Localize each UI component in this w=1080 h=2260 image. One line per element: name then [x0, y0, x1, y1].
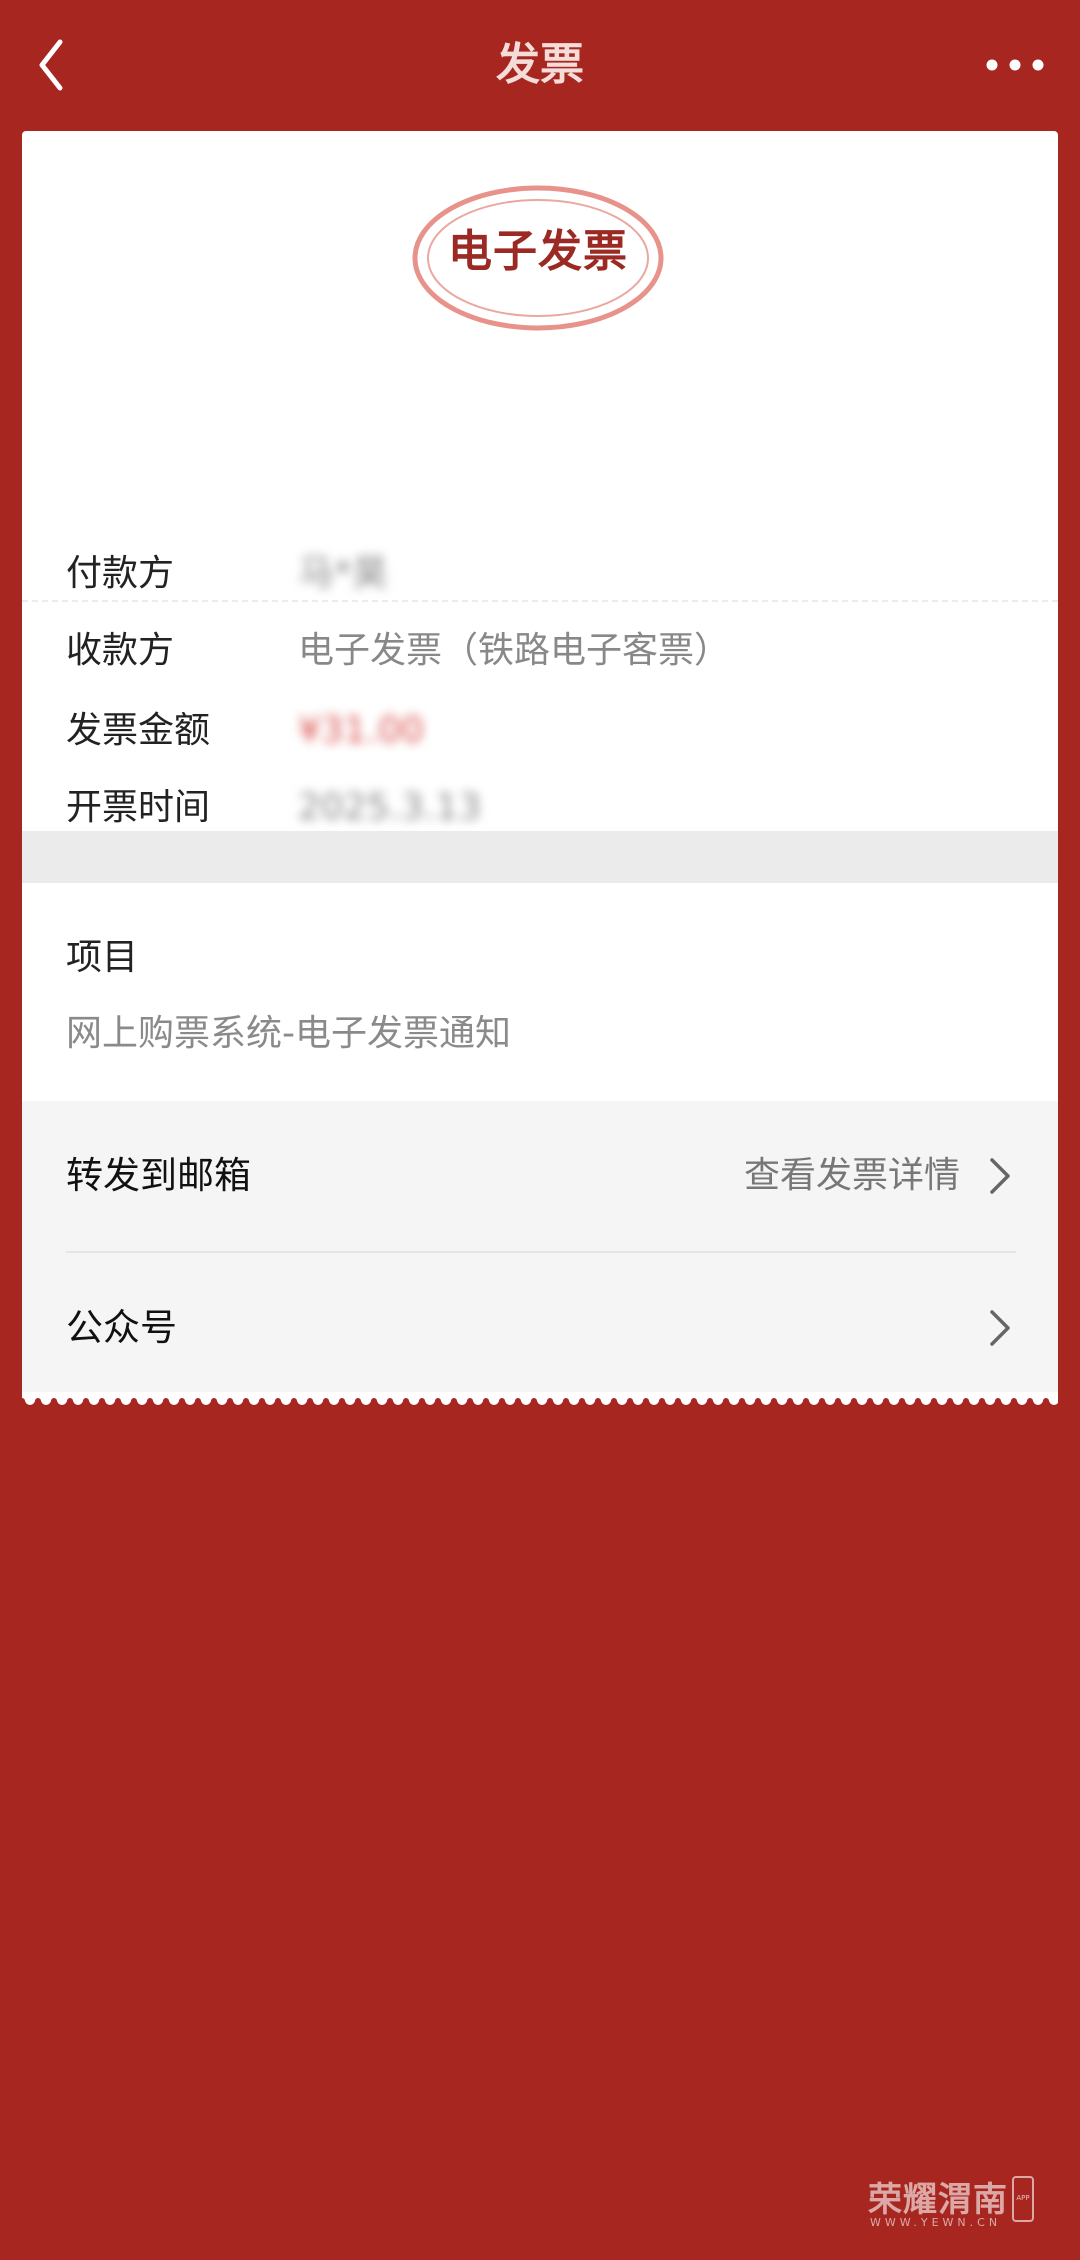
payer-value: 马*昊	[298, 553, 389, 594]
card-perforated-edge	[22, 1392, 1058, 1414]
nav-bar: 发票	[0, 0, 1080, 130]
forward-to-email-label[interactable]: 转发到邮箱	[66, 1141, 251, 1211]
more-dots-icon	[986, 59, 1044, 71]
watermark-app-label: APP	[1016, 2194, 1030, 2202]
invoice-card: 电子发票 付款方 马*昊 收款方 电子发票（铁路电子客票） 发票金额 ¥31.0…	[22, 131, 1058, 1401]
amount-label: 发票金额	[66, 710, 211, 751]
item-title: 项目	[66, 937, 139, 978]
amount-row: 发票金额 ¥31.00	[66, 696, 1016, 766]
watermark-logo: 荣耀渭南 WWW.YEWN.CN APP	[868, 2172, 1038, 2232]
forward-to-email-row[interactable]: 转发到邮箱 查看发票详情	[22, 1101, 1058, 1251]
official-account-row[interactable]: 公众号	[22, 1253, 1058, 1401]
chevron-right-icon	[990, 1158, 1010, 1194]
phone-icon: APP	[1012, 2176, 1034, 2222]
more-button[interactable]	[980, 35, 1050, 95]
payee-row: 收款方 电子发票（铁路电子客票）	[66, 616, 1016, 686]
page-title: 发票	[496, 39, 584, 90]
chevron-right-icon	[990, 1310, 1010, 1346]
view-invoice-details-link[interactable]: 查看发票详情	[744, 1141, 960, 1211]
amount-value: ¥31.00	[298, 710, 424, 751]
action-divider	[66, 1251, 1016, 1253]
watermark-text: 荣耀渭南	[868, 2180, 1008, 2220]
stamp-label: 电子发票	[448, 226, 628, 277]
item-description: 网上购票系统-电子发票通知	[66, 1013, 511, 1054]
payee-value: 电子发票（铁路电子客票）	[298, 630, 731, 671]
payee-label: 收款方	[66, 630, 175, 671]
official-account-label: 公众号	[66, 1306, 177, 1349]
divider	[22, 600, 1058, 602]
payer-label: 付款方	[66, 553, 175, 594]
section-separator	[22, 831, 1058, 883]
watermark-url: WWW.YEWN.CN	[870, 2216, 1002, 2229]
payer-row: 付款方 马*昊	[66, 539, 1016, 609]
